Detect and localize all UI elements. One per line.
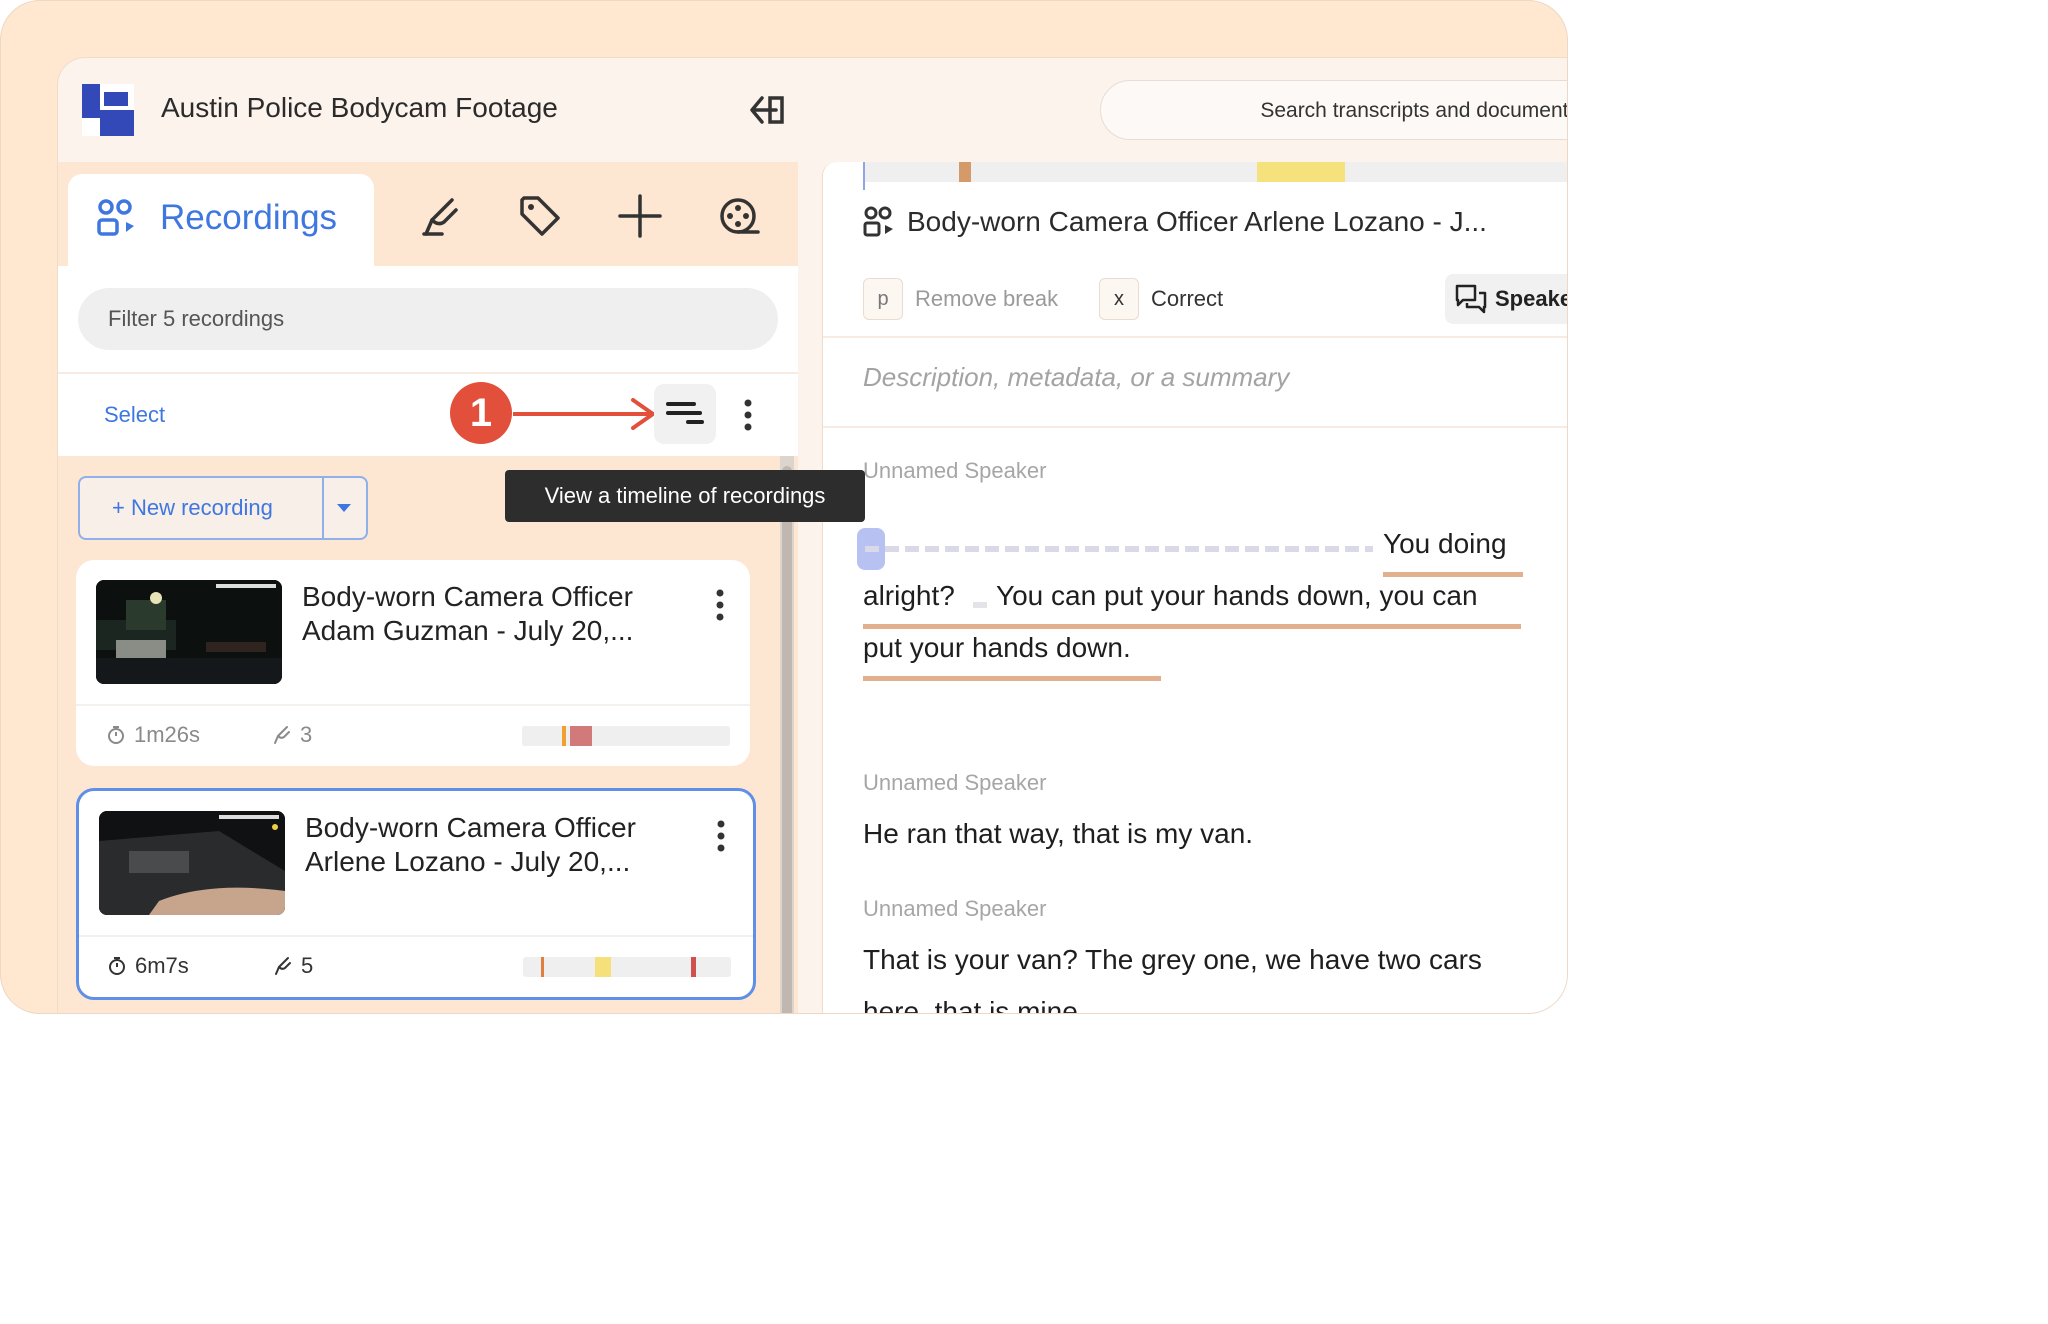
- speaker-label[interactable]: Unnamed Speaker: [863, 770, 1046, 796]
- highlighter-icon[interactable]: [420, 194, 464, 238]
- highlight-count: 5: [301, 953, 314, 978]
- annotation-badge: 1: [450, 382, 512, 444]
- speakers-label: Speake: [1495, 286, 1568, 311]
- recording-card[interactable]: Body-worn Camera Officer Adam Guzman - J…: [76, 560, 750, 766]
- silence-gap: [973, 602, 987, 608]
- people-icon: [97, 199, 134, 236]
- timeline-icon: [666, 402, 704, 424]
- filter-area: Filter 5 recordings: [58, 266, 798, 372]
- transcript-text[interactable]: put your hands down.: [863, 632, 1131, 664]
- shortcut-key: x: [1099, 278, 1139, 320]
- transcript-text[interactable]: alright?: [863, 580, 955, 612]
- chat-bubbles-icon: [1455, 284, 1487, 314]
- card-divider: [79, 935, 753, 937]
- timeline-marker: [1257, 162, 1345, 182]
- search-placeholder: Search transcripts and documents: [1260, 99, 1568, 122]
- video-thumbnail: [99, 811, 285, 915]
- stopwatch-icon: [108, 726, 124, 744]
- shortcut-key: p: [863, 278, 903, 320]
- recording-title: Body-worn Camera Officer Adam Guzman - J…: [302, 581, 634, 646]
- timeline-marker: [691, 957, 696, 977]
- new-recording-label[interactable]: + New recording: [112, 495, 273, 521]
- app-title: Austin Police Bodycam Footage: [161, 92, 558, 123]
- transcript-panel: Body-worn Camera Officer Arlene Lozano -…: [822, 162, 1568, 1013]
- video-thumbnail: [96, 580, 282, 684]
- timeline-marker: [570, 726, 592, 746]
- divider: [823, 426, 1567, 428]
- highlight-count-stat: 5: [273, 953, 313, 979]
- speaker-label[interactable]: Unnamed Speaker: [863, 458, 1046, 484]
- highlighter-icon: [275, 957, 291, 975]
- highlight-underline: [863, 624, 1521, 629]
- transcript-text[interactable]: He ran that way, that is my van.: [863, 818, 1253, 850]
- split-divider: [322, 478, 324, 538]
- correct-action[interactable]: Correct: [1151, 286, 1223, 312]
- card-more-icon[interactable]: [715, 819, 727, 853]
- app-window: Austin Police Bodycam Footage Search tra…: [57, 57, 1568, 1013]
- silence-gap: [865, 546, 1373, 552]
- highlight-underline: [1383, 572, 1523, 577]
- highlight-underline: [863, 676, 1161, 681]
- filter-placeholder: Filter 5 recordings: [108, 306, 285, 331]
- recordings-panel: Recordings Filter 5 recordings Select 1 …: [58, 162, 798, 1013]
- duration-value: 6m7s: [135, 953, 189, 978]
- scroll-thumb[interactable]: [782, 466, 792, 1013]
- search-input[interactable]: Search transcripts and documents: [1100, 80, 1568, 140]
- recordings-list: + New recording Body-worn Camera Officer…: [58, 456, 798, 1013]
- remove-break-action[interactable]: Remove break: [915, 286, 1058, 312]
- annotation-arrow: [513, 398, 655, 430]
- duration-stat: 1m26s: [106, 722, 200, 748]
- transcript-text[interactable]: here, that is mine.: [863, 996, 1086, 1013]
- timeline-tooltip: View a timeline of recordings: [505, 470, 865, 522]
- night-street-image: [96, 580, 282, 684]
- timeline-marker: [562, 726, 566, 746]
- screenshot-frame: Austin Police Bodycam Footage Search tra…: [0, 0, 1568, 1014]
- mini-timeline: [522, 726, 730, 746]
- car-interior-image: [99, 811, 285, 915]
- more-options-icon[interactable]: [742, 398, 754, 432]
- description-input[interactable]: Description, metadata, or a summary: [863, 362, 1289, 393]
- recording-title: Body-worn Camera Officer Arlene Lozano -…: [907, 206, 1487, 237]
- duration-stat: 6m7s: [107, 953, 189, 979]
- select-link[interactable]: Select: [104, 402, 165, 428]
- recording-title: Body-worn Camera Officer Arlene Lozano -…: [305, 812, 636, 877]
- tab-recordings-label: Recordings: [160, 198, 338, 237]
- speaker-label[interactable]: Unnamed Speaker: [863, 896, 1046, 922]
- tag-icon[interactable]: [518, 194, 562, 238]
- collapse-sidebar-icon[interactable]: [748, 92, 788, 128]
- highlight-count-stat: 3: [272, 722, 312, 748]
- card-divider: [76, 704, 750, 706]
- new-recording-button[interactable]: + New recording: [78, 476, 368, 540]
- duration-value: 1m26s: [134, 722, 201, 747]
- speakers-button[interactable]: Speake: [1445, 274, 1568, 324]
- reel-icon[interactable]: [718, 194, 762, 238]
- people-icon: [863, 206, 893, 237]
- filter-input[interactable]: Filter 5 recordings: [78, 288, 778, 350]
- transcript-text[interactable]: That is your van? The grey one, we have …: [863, 944, 1482, 976]
- timeline-marker: [959, 162, 971, 182]
- highlighter-icon: [274, 726, 290, 744]
- transcript-text[interactable]: You doing: [1383, 528, 1507, 560]
- transcript-text[interactable]: You can put your hands down, you can: [996, 580, 1478, 612]
- tab-recordings[interactable]: Recordings: [68, 174, 374, 266]
- highlight-count: 3: [300, 722, 313, 747]
- plus-icon[interactable]: [618, 194, 662, 238]
- sidebar-tabbar: Recordings: [58, 162, 798, 266]
- timeline-marker: [595, 957, 611, 977]
- recording-card-selected[interactable]: Body-worn Camera Officer Arlene Lozano -…: [76, 788, 756, 1000]
- list-toolbar: Select 1: [58, 372, 798, 458]
- stopwatch-icon: [109, 957, 125, 975]
- recording-timeline-strip[interactable]: [863, 162, 1567, 190]
- timeline-view-button[interactable]: [654, 384, 716, 444]
- playhead[interactable]: [863, 162, 865, 190]
- timeline-marker: [541, 957, 544, 977]
- app-logo: [82, 84, 134, 136]
- card-more-icon[interactable]: [714, 588, 726, 622]
- divider: [823, 336, 1567, 338]
- mini-timeline: [523, 957, 731, 977]
- chevron-down-icon[interactable]: [336, 502, 352, 514]
- list-scrollbar[interactable]: [780, 456, 794, 1013]
